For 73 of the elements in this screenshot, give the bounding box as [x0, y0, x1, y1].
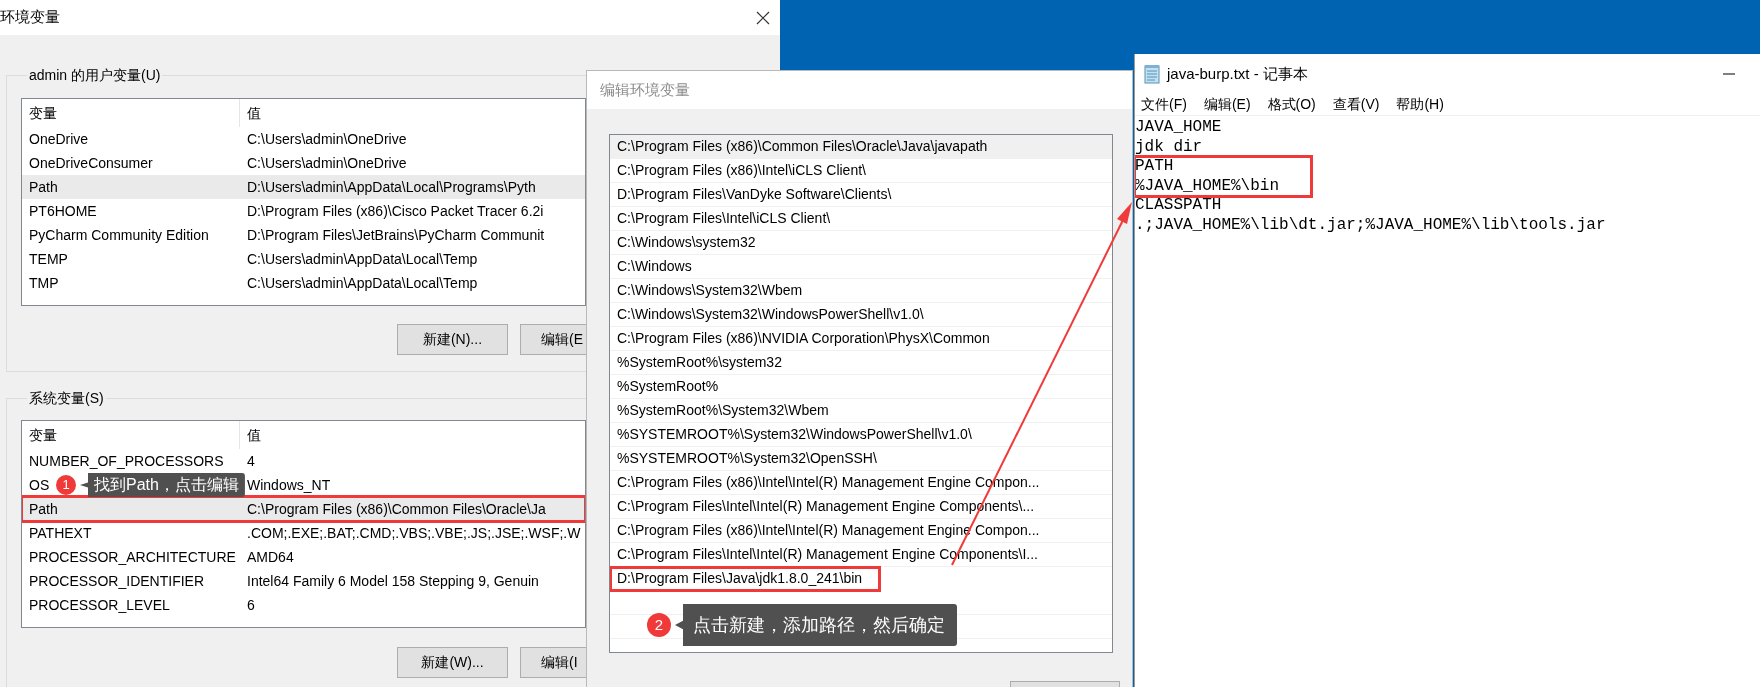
list-item[interactable]: D:\Program Files\Java\jdk1.8.0_241\bin [610, 567, 881, 591]
column-header[interactable]: 值 [240, 99, 261, 127]
variable-value: D:\Program Files (x86)\Cisco Packet Tracer 6.2i [247, 203, 544, 219]
variable-name: TEMP [29, 251, 68, 267]
text-line: JAVA_HOME [1135, 118, 1223, 138]
menu-item[interactable]: 文件(F) [1141, 95, 1187, 114]
dialog-button[interactable]: 编辑(E [520, 324, 586, 355]
variable-value: .COM;.EXE;.BAT;.CMD;.VBS;.VBE;.JS;.JSE;.WSF;.W [247, 525, 581, 541]
menu-item[interactable]: 帮助(H) [1396, 95, 1444, 114]
notepad-icon [1143, 64, 1161, 84]
variable-value: C:\Users\admin\OneDrive [247, 155, 407, 171]
variable-name: PROCESSOR_LEVEL [29, 597, 170, 613]
column-header[interactable]: 值 [240, 421, 261, 449]
variable-value: D:\Program Files\JetBrains\PyCharm Communit [247, 227, 545, 243]
text-line: CLASSPATH [1135, 196, 1223, 216]
variable-name: OneDriveConsumer [29, 155, 153, 171]
variable-name: PyCharm Community Edition [29, 227, 209, 243]
close-icon[interactable] [756, 10, 770, 25]
variable-value: 6 [247, 597, 255, 613]
variable-name: PATHEXT [29, 525, 92, 541]
column-header[interactable]: 变量 [22, 99, 240, 127]
text-line: .;JAVA_HOME%\lib\dt.jar;%JAVA_HOME%\lib\tools.jar [1135, 215, 1607, 235]
text-line: jdk dir [1135, 137, 1204, 157]
variable-value: Windows_NT [247, 477, 331, 493]
variable-value: Intel64 Family 6 Model 158 Stepping 9, Genuin [247, 573, 539, 589]
list-item[interactable]: C:\Program Files (x86)\Common Files\Oracle\Java\javapath [610, 135, 1112, 159]
list-item[interactable]: D:\Program Files\VanDyke Software\Clients\ [610, 183, 1112, 207]
list-item[interactable]: C:\Windows\System32\Wbem [610, 279, 1112, 303]
list-item[interactable]: C:\Program Files\Intel\iCLS Client\ [610, 207, 1112, 231]
text-line: PATH [1135, 157, 1175, 177]
callout-tooltip: 找到Path，点击编辑 [80, 473, 245, 497]
variable-value: D:\Users\admin\AppData\Local\Programs\Pyth [247, 179, 536, 195]
table-row[interactable]: Path C:\Program Files (x86)\Common Files\Oracle\Ja [22, 497, 585, 521]
window-title: 编辑环境变量 [600, 80, 690, 100]
list-item[interactable]: C:\Windows\system32 [610, 231, 1112, 255]
list-item[interactable]: %SystemRoot%\System32\Wbem [610, 399, 1112, 423]
variable-name: OS [29, 477, 50, 493]
list-item[interactable]: C:\Windows\System32\WindowsPowerShell\v1.0\ [610, 303, 1112, 327]
list-item[interactable]: C:\Windows [610, 255, 1112, 279]
window-title: 环境变量 [0, 8, 60, 27]
text-line: %JAVA_HOME%\bin [1135, 176, 1281, 196]
variable-name: Path [29, 179, 58, 195]
callout-tooltip: 点击新建，添加路径，然后确定 [675, 604, 957, 646]
variable-name: TMP [29, 275, 59, 291]
variable-name: Path [29, 501, 58, 517]
group-label: admin 的用户变量(U) [28, 67, 162, 84]
variable-name: PROCESSOR_ARCHITECTURE [29, 549, 236, 565]
dialog-button[interactable]: 编辑(I [520, 647, 586, 678]
variable-name: NUMBER_OF_PROCESSORS [29, 453, 224, 469]
list-item[interactable]: C:\Program Files (x86)\NVIDIA Corporation\PhysX\Common [610, 327, 1112, 351]
variable-value: AMD64 [247, 549, 294, 565]
variable-value: C:\Users\admin\AppData\Local\Temp [247, 275, 478, 291]
variable-name: PT6HOME [29, 203, 97, 219]
table-row[interactable]: Path D:\Users\admin\AppData\Local\Programs\Pyth [22, 175, 585, 199]
variable-value: C:\Users\admin\AppData\Local\Temp [247, 251, 478, 267]
list-item[interactable]: C:\Program Files (x86)\Intel\iCLS Client\ [610, 159, 1112, 183]
list-item[interactable]: %SYSTEMROOT%\System32\OpenSSH\ [610, 447, 1112, 471]
list-item[interactable]: %SystemRoot% [610, 375, 1112, 399]
dialog-button[interactable]: 新建(W)... [397, 647, 508, 678]
list-item[interactable]: %SYSTEMROOT%\System32\WindowsPowerShell\v1.0\ [610, 423, 1112, 447]
variable-value: C:\Users\admin\OneDrive [247, 131, 407, 147]
group-label: 系统变量(S) [28, 390, 105, 407]
menu-item[interactable]: 编辑(E) [1203, 95, 1251, 114]
variable-name: PROCESSOR_IDENTIFIER [29, 573, 205, 589]
column-header[interactable]: 变量 [22, 421, 240, 449]
variable-value: 4 [247, 453, 255, 469]
variable-name: OneDrive [29, 131, 89, 147]
menu-item[interactable]: 查看(V) [1332, 95, 1380, 114]
variable-value: C:\Program Files (x86)\Common Files\Oracle\Ja [247, 501, 546, 517]
list-item[interactable]: %SystemRoot%\system32 [610, 351, 1112, 375]
dialog-button[interactable]: 新建(N)... [397, 324, 508, 355]
window-title: java-burp.txt - 记事本 [1167, 64, 1309, 84]
menu-item[interactable]: 格式(O) [1267, 95, 1316, 114]
